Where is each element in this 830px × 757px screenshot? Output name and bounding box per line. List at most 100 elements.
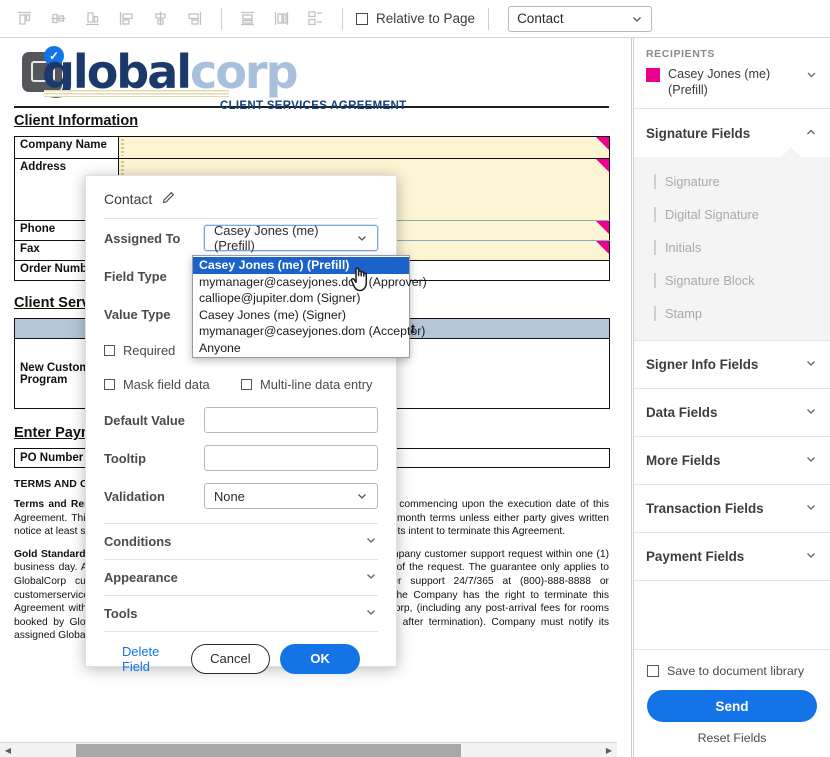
relative-to-page-label: Relative to Page — [376, 11, 476, 26]
distribute-horizontal-icon[interactable] — [265, 5, 297, 33]
field-corner-flag — [596, 241, 609, 254]
chevron-up-icon — [804, 125, 818, 142]
globalcorp-logo: ✓ globalcorp CLIENT SERVICES AGREEMENT — [14, 44, 609, 112]
mask-field-data-checkbox[interactable] — [104, 378, 115, 390]
field-type-label: Field Type — [104, 268, 167, 284]
validation-row: Validation None — [86, 477, 396, 515]
recipients-section: RECIPIENTS Casey Jones (me) (Prefill) — [634, 38, 830, 109]
multi-line-label: Multi-line data entry — [260, 376, 373, 392]
accordion-signer-info-fields[interactable]: Signer Info Fields — [634, 341, 830, 389]
field-item-stamp[interactable]: Stamp — [634, 297, 830, 330]
dropdown-option[interactable]: calliope@jupiter.dom (Signer) — [193, 290, 409, 307]
dropdown-option[interactable]: mymanager@caseyjones.dom (Acceptor) — [193, 323, 425, 340]
field-item-signature-block[interactable]: Signature Block — [634, 264, 830, 297]
dropdown-option[interactable]: Anyone — [193, 340, 409, 357]
accordion-transaction-fields[interactable]: Transaction Fields — [634, 485, 830, 533]
default-value-label: Default Value — [104, 412, 185, 428]
validation-select[interactable]: None — [204, 483, 378, 509]
accordion-more-fields[interactable]: More Fields — [634, 437, 830, 485]
form-field-company-name[interactable] — [118, 136, 610, 159]
field-marker — [121, 139, 124, 156]
recipient-selector[interactable]: Casey Jones (me) (Prefill) — [646, 66, 818, 98]
toolbar-divider-2 — [342, 7, 343, 30]
assigned-to-select[interactable]: Casey Jones (me) (Prefill) — [204, 223, 378, 253]
multi-line-checkbox[interactable] — [241, 378, 252, 390]
scroll-left-arrow-icon[interactable]: ◀ — [0, 743, 16, 757]
mask-field-data-label: Mask field data — [123, 376, 210, 392]
dropdown-option[interactable]: mymanager@caseyjones.dom (Approver) — [193, 274, 427, 291]
validation-label: Validation — [104, 488, 165, 504]
dialog-section-appearance[interactable]: Appearance — [104, 559, 378, 595]
align-bottom-icon[interactable] — [76, 5, 108, 33]
contact-field-select-value: Contact — [517, 11, 564, 26]
tooltip-input[interactable] — [204, 445, 378, 471]
drag-handle-icon — [654, 273, 656, 288]
accordion-label: Payment Fields — [646, 549, 745, 564]
section-label: Appearance — [104, 570, 178, 585]
save-to-library-option[interactable]: Save to document library — [647, 664, 817, 678]
accordion-data-fields[interactable]: Data Fields — [634, 389, 830, 437]
mask-multiline-row: Mask field data Multi-line data entry — [86, 367, 396, 401]
mask-field-data-option[interactable]: Mask field data — [104, 377, 241, 392]
chevron-down-icon — [804, 356, 818, 373]
assigned-to-dropdown-list[interactable]: Casey Jones (me) (Prefill) mymanager@cas… — [192, 255, 427, 358]
save-to-library-checkbox[interactable] — [647, 665, 659, 677]
recipient-name-text: Casey Jones (me) — [668, 67, 771, 81]
horizontal-scroll-thumb[interactable] — [76, 744, 461, 757]
field-corner-flag — [596, 137, 609, 150]
save-to-library-label: Save to document library — [667, 664, 805, 678]
accordion-label: More Fields — [646, 453, 721, 468]
send-button[interactable]: Send — [647, 690, 817, 722]
dropdown-option[interactable]: Casey Jones (me) (Signer) — [193, 307, 409, 324]
field-item-label: Digital Signature — [665, 207, 759, 222]
chevron-down-icon[interactable] — [805, 68, 818, 84]
recipient-name: Casey Jones (me) (Prefill) — [668, 66, 801, 98]
delete-field-link[interactable]: Delete Field — [122, 644, 191, 674]
align-top-icon[interactable] — [8, 5, 40, 33]
default-value-row: Default Value — [86, 401, 396, 439]
field-item-label: Stamp — [665, 306, 702, 321]
assigned-to-value: Casey Jones (me) (Prefill) — [214, 223, 319, 253]
field-item-initials[interactable]: Initials — [634, 231, 830, 264]
align-middle-horizontal-icon[interactable] — [42, 5, 74, 33]
dialog-section-conditions[interactable]: Conditions — [104, 523, 378, 559]
accordion-label: Signer Info Fields — [646, 357, 759, 372]
assigned-to-row: Assigned To Casey Jones (me) (Prefill) — [86, 219, 396, 257]
value-type-label: Value Type — [104, 306, 171, 322]
chevron-down-icon — [356, 490, 368, 502]
fields-sidebar: RECIPIENTS Casey Jones (me) (Prefill) Sig… — [633, 38, 830, 757]
tooltip-row: Tooltip — [86, 439, 396, 477]
multi-line-option[interactable]: Multi-line data entry — [241, 377, 378, 392]
align-center-icon[interactable] — [144, 5, 176, 33]
cancel-button[interactable]: Cancel — [190, 643, 271, 674]
pencil-icon[interactable] — [161, 190, 176, 208]
relative-to-page-option[interactable]: Relative to Page — [356, 11, 475, 26]
document-header-title: CLIENT SERVICES AGREEMENT — [220, 100, 407, 112]
scroll-right-arrow-icon[interactable]: ▶ — [601, 743, 617, 757]
accordion-signature-fields[interactable]: Signature Fields — [634, 109, 830, 157]
horizontal-scrollbar[interactable]: ◀ ▶ — [0, 742, 617, 757]
accordion-payment-fields[interactable]: Payment Fields — [634, 533, 830, 581]
field-item-digital-signature[interactable]: Digital Signature — [634, 198, 830, 231]
chevron-down-icon — [804, 548, 818, 565]
field-item-signature[interactable]: Signature — [634, 165, 830, 198]
align-right-icon[interactable] — [178, 5, 210, 33]
contact-field-select[interactable]: Contact — [508, 5, 653, 32]
chevron-down-icon — [804, 452, 818, 469]
dialog-section-tools[interactable]: Tools — [104, 595, 378, 631]
drag-handle-icon — [654, 306, 656, 321]
distribute-vertical-icon[interactable] — [231, 5, 263, 33]
match-size-icon[interactable] — [299, 5, 331, 33]
default-value-input[interactable] — [204, 407, 378, 433]
drag-handle-icon — [654, 174, 656, 189]
chevron-down-icon — [631, 13, 643, 25]
dropdown-option[interactable]: Casey Jones (me) (Prefill) — [193, 257, 409, 274]
reset-fields-link[interactable]: Reset Fields — [647, 731, 817, 745]
ok-button[interactable]: OK — [280, 643, 360, 674]
field-item-label: Signature — [665, 174, 720, 189]
section-label: Conditions — [104, 534, 172, 549]
required-checkbox[interactable] — [104, 344, 115, 356]
relative-to-page-checkbox[interactable] — [356, 12, 368, 25]
align-left-icon[interactable] — [110, 5, 142, 33]
toolbar-divider-1 — [221, 7, 222, 30]
